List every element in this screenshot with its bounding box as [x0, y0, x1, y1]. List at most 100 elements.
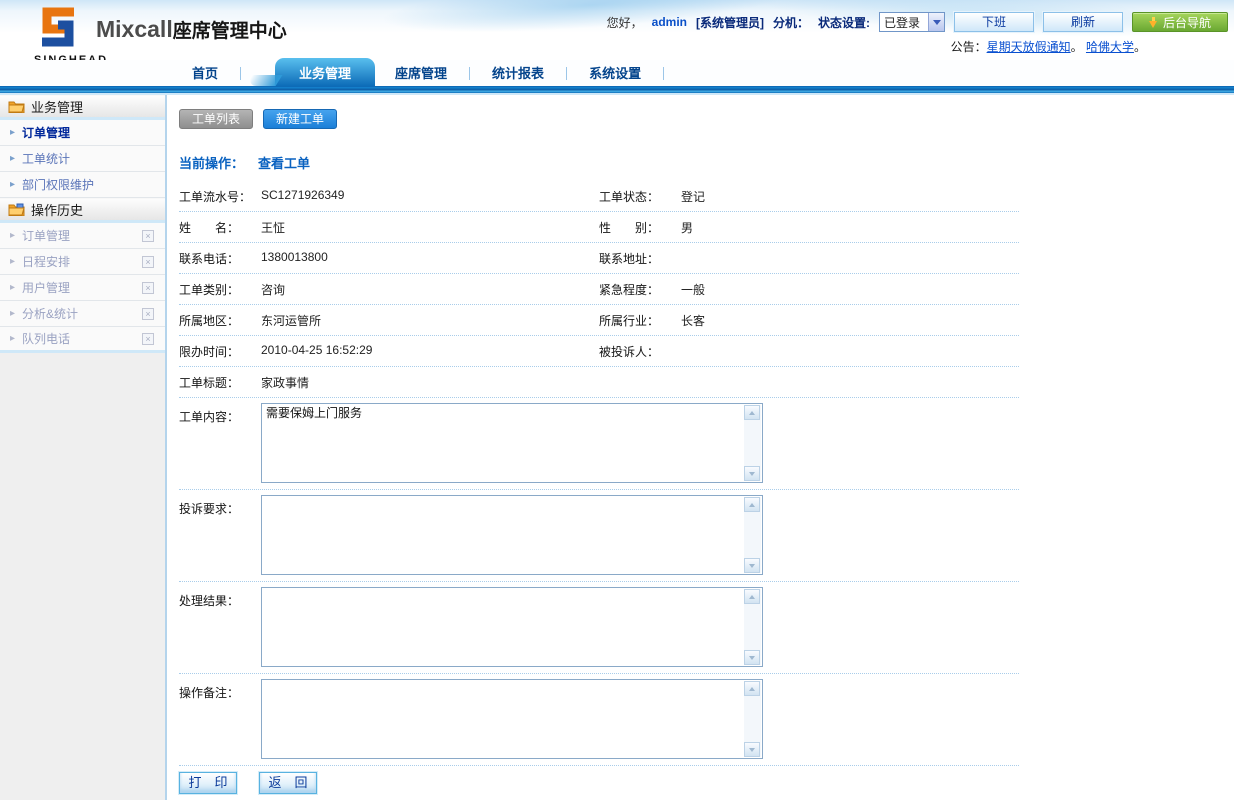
phone-value: 1380013800: [261, 250, 328, 267]
complaint-request-textarea[interactable]: [261, 495, 763, 575]
form-row-deadline-complainee: 限办时间：2010-04-25 16:52:29 被投诉人：: [179, 336, 1019, 367]
status-select[interactable]: 已登录: [879, 12, 945, 32]
field-label: 工单标题：: [179, 374, 261, 391]
new-ticket-button[interactable]: 新建工单: [263, 109, 337, 129]
deadline-value: 2010-04-25 16:52:29: [261, 343, 372, 360]
sidebar-section-title: 操作历史: [31, 200, 83, 219]
scroll-up-icon[interactable]: [744, 589, 760, 604]
close-icon[interactable]: ×: [142, 230, 154, 242]
page-title: Mixcall座席管理中心: [96, 16, 287, 43]
nav-tab-agent[interactable]: 座席管理: [381, 58, 461, 86]
ticket-list-button[interactable]: 工单列表: [179, 109, 253, 129]
scrollbar[interactable]: [744, 589, 761, 665]
history-item-label: 订单管理: [22, 227, 70, 244]
history-item-schedule[interactable]: ▸ 日程安排 ×: [0, 249, 165, 275]
form-row-phone-address: 联系电话：1380013800 联系地址：: [179, 243, 1019, 274]
folder-icon: [8, 100, 25, 113]
scroll-up-icon[interactable]: [744, 405, 760, 420]
history-folder-icon: [8, 203, 25, 216]
arrow-bullet-icon: ▸: [10, 179, 15, 190]
announcement-label: 公告：: [951, 40, 987, 54]
current-operation: 当前操作： 查看工单: [179, 153, 1234, 172]
scroll-down-icon[interactable]: [744, 558, 760, 573]
print-button[interactable]: 打 印: [179, 772, 237, 794]
scroll-down-icon[interactable]: [744, 742, 760, 757]
announcement-period: 。: [1071, 40, 1083, 54]
nav-tab-home[interactable]: 首页: [178, 58, 232, 86]
history-item-label: 用户管理: [22, 279, 70, 296]
sidebar-item-dept-permissions[interactable]: ▸ 部门权限维护: [0, 172, 165, 198]
field-label: 联系地址：: [599, 250, 681, 267]
arrow-bullet-icon: ▸: [10, 282, 15, 293]
operation-notes-textarea[interactable]: [261, 679, 763, 759]
announcement-link-holiday[interactable]: 星期天放假通知: [987, 40, 1071, 54]
arrow-bullet-icon: ▸: [10, 127, 15, 138]
form-row-handling-result: 处理结果：: [179, 582, 1019, 674]
field-label: 被投诉人：: [599, 343, 681, 360]
ticket-content-textarea[interactable]: 需要保姆上门服务: [261, 403, 763, 483]
gender-value: 男: [681, 219, 693, 236]
sidebar-section-business: 业务管理: [0, 95, 165, 120]
bottom-actions: 打 印 返 回: [179, 772, 1019, 794]
category-value: 咨询: [261, 281, 285, 298]
main-nav: 首页 业务管理 座席管理 统计报表 系统设置: [0, 60, 1234, 86]
field-label: 处理结果：: [179, 587, 261, 667]
dropdown-arrow-icon[interactable]: [928, 13, 944, 31]
close-icon[interactable]: ×: [142, 256, 154, 268]
history-item-order-management[interactable]: ▸ 订单管理 ×: [0, 223, 165, 249]
field-label: 操作备注：: [179, 679, 261, 759]
back-button[interactable]: 返 回: [259, 772, 317, 794]
off-duty-button[interactable]: 下班: [954, 12, 1034, 32]
user-role: [系统管理员]: [696, 14, 764, 31]
scroll-down-icon[interactable]: [744, 650, 760, 665]
history-item-label: 队列电话: [22, 330, 70, 347]
nav-tab-reports[interactable]: 统计报表: [478, 58, 558, 86]
handling-result-textarea[interactable]: [261, 587, 763, 667]
extension-label: 分机：: [773, 14, 809, 31]
refresh-button[interactable]: 刷新: [1043, 12, 1123, 32]
sidebar-item-order-management[interactable]: ▸ 订单管理: [0, 120, 165, 146]
sidebar-item-ticket-stats[interactable]: ▸ 工单统计: [0, 146, 165, 172]
scroll-up-icon[interactable]: [744, 681, 760, 696]
sidebar-section-history: 操作历史: [0, 198, 165, 223]
header: SINGHEAD Mixcall座席管理中心 您好， admin [系统管理员]…: [0, 0, 1234, 60]
username: admin: [652, 15, 687, 29]
form-row-content: 工单内容： 需要保姆上门服务: [179, 398, 1019, 490]
urgency-value: 一般: [681, 281, 705, 298]
nav-tab-settings[interactable]: 系统设置: [575, 58, 655, 86]
close-icon[interactable]: ×: [142, 308, 154, 320]
form-row-name-gender: 姓 名：王怔 性 别：男: [179, 212, 1019, 243]
history-item-user-management[interactable]: ▸ 用户管理 ×: [0, 275, 165, 301]
history-item-queue-calls[interactable]: ▸ 队列电话 ×: [0, 327, 165, 353]
ticket-form: 工单流水号：SC1271926349 工单状态：登记 姓 名：王怔 性 别：男 …: [179, 181, 1019, 794]
field-label: 工单内容：: [179, 403, 261, 483]
announcement-link-harvard[interactable]: 哈佛大学: [1086, 40, 1134, 54]
app-title-zh: 座席管理中心: [173, 21, 287, 42]
scroll-down-icon[interactable]: [744, 466, 760, 481]
region-value: 东河运管所: [261, 312, 321, 329]
scrollbar[interactable]: [744, 405, 761, 481]
nav-separator: [469, 67, 470, 80]
sidebar-item-label: 订单管理: [22, 124, 70, 141]
field-label: 所属行业：: [599, 312, 681, 329]
industry-value: 长客: [681, 312, 705, 329]
close-icon[interactable]: ×: [142, 282, 154, 294]
arrow-bullet-icon: ▸: [10, 308, 15, 319]
scrollbar[interactable]: [744, 681, 761, 757]
nav-tab-business[interactable]: 业务管理: [275, 58, 375, 86]
scrollbar[interactable]: [744, 497, 761, 573]
toolbar: 工单列表 新建工单: [179, 109, 1234, 129]
field-label: 性 别：: [599, 219, 681, 236]
nav-separator: [240, 67, 241, 80]
backstage-nav-label: 后台导航: [1163, 14, 1211, 31]
app-title-en: Mixcall: [96, 16, 173, 42]
backstage-nav-button[interactable]: 后台导航: [1132, 12, 1228, 32]
ticket-title-value: 家政事情: [261, 374, 309, 391]
close-icon[interactable]: ×: [142, 333, 154, 345]
history-item-analysis-stats[interactable]: ▸ 分析&统计 ×: [0, 301, 165, 327]
nav-bottom-bar: [0, 86, 1234, 95]
singhead-logo-icon: [34, 6, 82, 48]
ticket-serial-value: SC1271926349: [261, 188, 344, 205]
scroll-up-icon[interactable]: [744, 497, 760, 512]
sidebar-section-title: 业务管理: [31, 97, 83, 116]
